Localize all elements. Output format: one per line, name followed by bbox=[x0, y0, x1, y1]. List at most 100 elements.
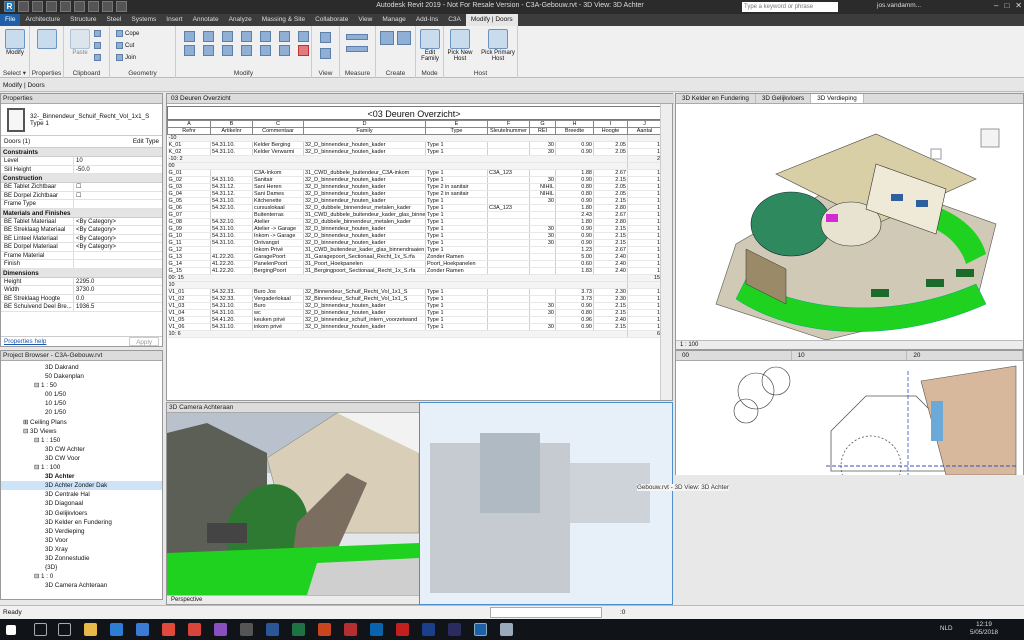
table-cell[interactable]: 1 bbox=[627, 141, 662, 149]
table-row[interactable]: G_09 54.31.10. Atelier -> Garage 32_D_binne… bbox=[167, 225, 662, 233]
table-row[interactable]: G_11 54.31.10. Ontvangst 32_D_binnendeur_ho… bbox=[167, 239, 662, 247]
table-cell[interactable]: 2.15 bbox=[593, 309, 628, 317]
table-cell[interactable]: NIHIL bbox=[529, 183, 556, 191]
table-cell[interactable]: 32_D_binnendeur_houten_kader bbox=[303, 183, 426, 191]
table-cell[interactable] bbox=[487, 316, 530, 324]
table-row[interactable]: G_10 54.31.10. Inkom -> Garage 32_D_binnend… bbox=[167, 232, 662, 240]
table-cell[interactable]: 2.15 bbox=[593, 197, 628, 205]
type-selector[interactable]: 32-_Binnendeur_Schuif_Recht_Vol_1x1_S Ty… bbox=[1, 104, 162, 136]
browser-item[interactable]: 3D CW Voor bbox=[1, 454, 162, 463]
column-letter[interactable]: C bbox=[252, 120, 304, 128]
table-cell[interactable]: 1 bbox=[627, 148, 662, 156]
table-cell[interactable]: 2.30 bbox=[593, 288, 628, 296]
column-header[interactable]: Refnr bbox=[167, 127, 211, 135]
table-cell[interactable]: 32_D_dubbele_binnendeur_metalen_kader bbox=[303, 204, 426, 212]
open-icon[interactable] bbox=[18, 1, 29, 12]
tab-2[interactable]: Structure bbox=[65, 14, 101, 26]
table-cell[interactable]: 1.23 bbox=[555, 246, 594, 254]
table-cell[interactable]: G_14 bbox=[167, 260, 211, 268]
browser-item[interactable]: 3D Zonnestudie bbox=[1, 554, 162, 563]
browser-item[interactable]: 3D Diagonaal bbox=[1, 499, 162, 508]
table-cell[interactable]: 41.22.20. bbox=[210, 267, 253, 275]
table-cell[interactable] bbox=[529, 288, 556, 296]
table-cell[interactable]: 30 bbox=[529, 239, 556, 247]
column-letter[interactable]: E bbox=[425, 120, 488, 128]
edit-family-button[interactable]: Edit Family bbox=[416, 29, 444, 62]
table-cell[interactable]: 1 bbox=[627, 218, 662, 226]
minimize-icon[interactable]: – bbox=[994, 1, 998, 10]
table-cell[interactable] bbox=[487, 190, 530, 198]
table-cell[interactable]: keuken privé bbox=[252, 316, 304, 324]
table-cell[interactable]: 41.22.20. bbox=[210, 260, 253, 268]
table-cell[interactable]: V1_05 bbox=[167, 316, 211, 324]
group-row[interactable]: 10: 66 bbox=[167, 330, 662, 338]
offset-icon[interactable] bbox=[203, 31, 214, 42]
table-cell[interactable]: 0.96 bbox=[555, 316, 594, 324]
measure-icon[interactable] bbox=[88, 1, 99, 12]
tab-0[interactable]: File bbox=[0, 14, 21, 26]
file-explorer-icon[interactable] bbox=[84, 623, 97, 636]
table-cell[interactable]: Ontvangst bbox=[252, 239, 304, 247]
table-cell[interactable]: 3.73 bbox=[555, 295, 594, 303]
paste-button[interactable]: Paste bbox=[66, 29, 94, 56]
table-cell[interactable]: wc bbox=[252, 309, 304, 317]
group-row[interactable]: -10: 22 bbox=[167, 155, 662, 163]
cope-button[interactable]: Cope bbox=[116, 30, 139, 37]
table-cell[interactable]: 32_D_binnendeur_schuif_intern_voorzetwan… bbox=[303, 316, 426, 324]
table-cell[interactable]: Sani Heren bbox=[252, 183, 304, 191]
group-row[interactable]: 10 bbox=[167, 281, 662, 289]
table-cell[interactable] bbox=[210, 246, 253, 254]
table-cell[interactable]: 1 bbox=[627, 260, 662, 268]
browser-item[interactable]: 3D Kelder en Fundering bbox=[1, 518, 162, 527]
table-cell[interactable]: 54.31.10. bbox=[210, 176, 253, 184]
column-letter[interactable]: A bbox=[167, 120, 211, 128]
word-icon[interactable] bbox=[266, 623, 279, 636]
table-cell[interactable]: 2.15 bbox=[593, 239, 628, 247]
table-cell[interactable]: 2.05 bbox=[593, 190, 628, 198]
table-cell[interactable]: Type 1 bbox=[425, 204, 488, 212]
table-cell[interactable] bbox=[529, 246, 556, 254]
table-cell[interactable]: 2.40 bbox=[593, 260, 628, 268]
table-cell[interactable]: 31_Poort_Hoekpanelen bbox=[303, 260, 426, 268]
table-row[interactable]: V1_04 54.31.10. wc 32_D_binnendeur_houten_k… bbox=[167, 309, 662, 317]
table-cell[interactable]: Type 1 bbox=[425, 218, 488, 226]
table-cell[interactable]: 41.22.20. bbox=[210, 253, 253, 261]
table-cell[interactable]: G_03 bbox=[167, 183, 211, 191]
powerpoint-icon[interactable] bbox=[318, 623, 331, 636]
table-cell[interactable]: G_05 bbox=[167, 197, 211, 205]
table-cell[interactable] bbox=[529, 169, 556, 177]
table-cell[interactable]: 2.30 bbox=[593, 295, 628, 303]
table-cell[interactable]: G_02 bbox=[167, 176, 211, 184]
table-cell[interactable]: Type 1 bbox=[425, 232, 488, 240]
table-cell[interactable]: 1 bbox=[627, 288, 662, 296]
table-cell[interactable]: 1.83 bbox=[555, 267, 594, 275]
tab-14[interactable]: Modify | Doors bbox=[465, 14, 518, 26]
outlook-icon[interactable] bbox=[370, 623, 383, 636]
column-letter[interactable]: F bbox=[487, 120, 530, 128]
property-value[interactable]: ☐ bbox=[74, 192, 162, 200]
table-cell[interactable]: 2.15 bbox=[593, 302, 628, 310]
column-header[interactable]: Hoogte bbox=[593, 127, 628, 135]
undo-icon[interactable] bbox=[46, 1, 57, 12]
table-cell[interactable]: 0.80 bbox=[555, 183, 594, 191]
select-label[interactable]: Select ▾ bbox=[0, 69, 29, 77]
table-cell[interactable] bbox=[487, 288, 530, 296]
table-row[interactable]: G_04 54.31.12. Sani Dames 32_D_binnendeur_h… bbox=[167, 190, 662, 198]
excel-icon[interactable] bbox=[292, 623, 305, 636]
save-icon[interactable] bbox=[32, 1, 43, 12]
table-cell[interactable]: 54.31.10. bbox=[210, 148, 253, 156]
table-cell[interactable]: 54.32.33. bbox=[210, 288, 253, 296]
pick-new-host-button[interactable]: Pick New Host bbox=[446, 29, 474, 62]
property-value[interactable]: 1936.5 bbox=[74, 303, 162, 311]
table-cell[interactable]: 1.80 bbox=[555, 218, 594, 226]
table-cell[interactable]: 1 bbox=[627, 169, 662, 177]
apply-button[interactable]: Apply bbox=[129, 337, 159, 346]
table-cell[interactable]: 1 bbox=[627, 309, 662, 317]
browser-item[interactable]: 3D Gelijkvloers bbox=[1, 509, 162, 518]
table-cell[interactable]: Inkom -> Garage bbox=[252, 232, 304, 240]
table-cell[interactable] bbox=[529, 295, 556, 303]
plan-view-tab[interactable]: 10 bbox=[792, 351, 908, 360]
table-cell[interactable]: cursuslokaal bbox=[252, 204, 304, 212]
schedule-scrollbar[interactable] bbox=[660, 104, 672, 400]
table-cell[interactable]: V1_04 bbox=[167, 309, 211, 317]
